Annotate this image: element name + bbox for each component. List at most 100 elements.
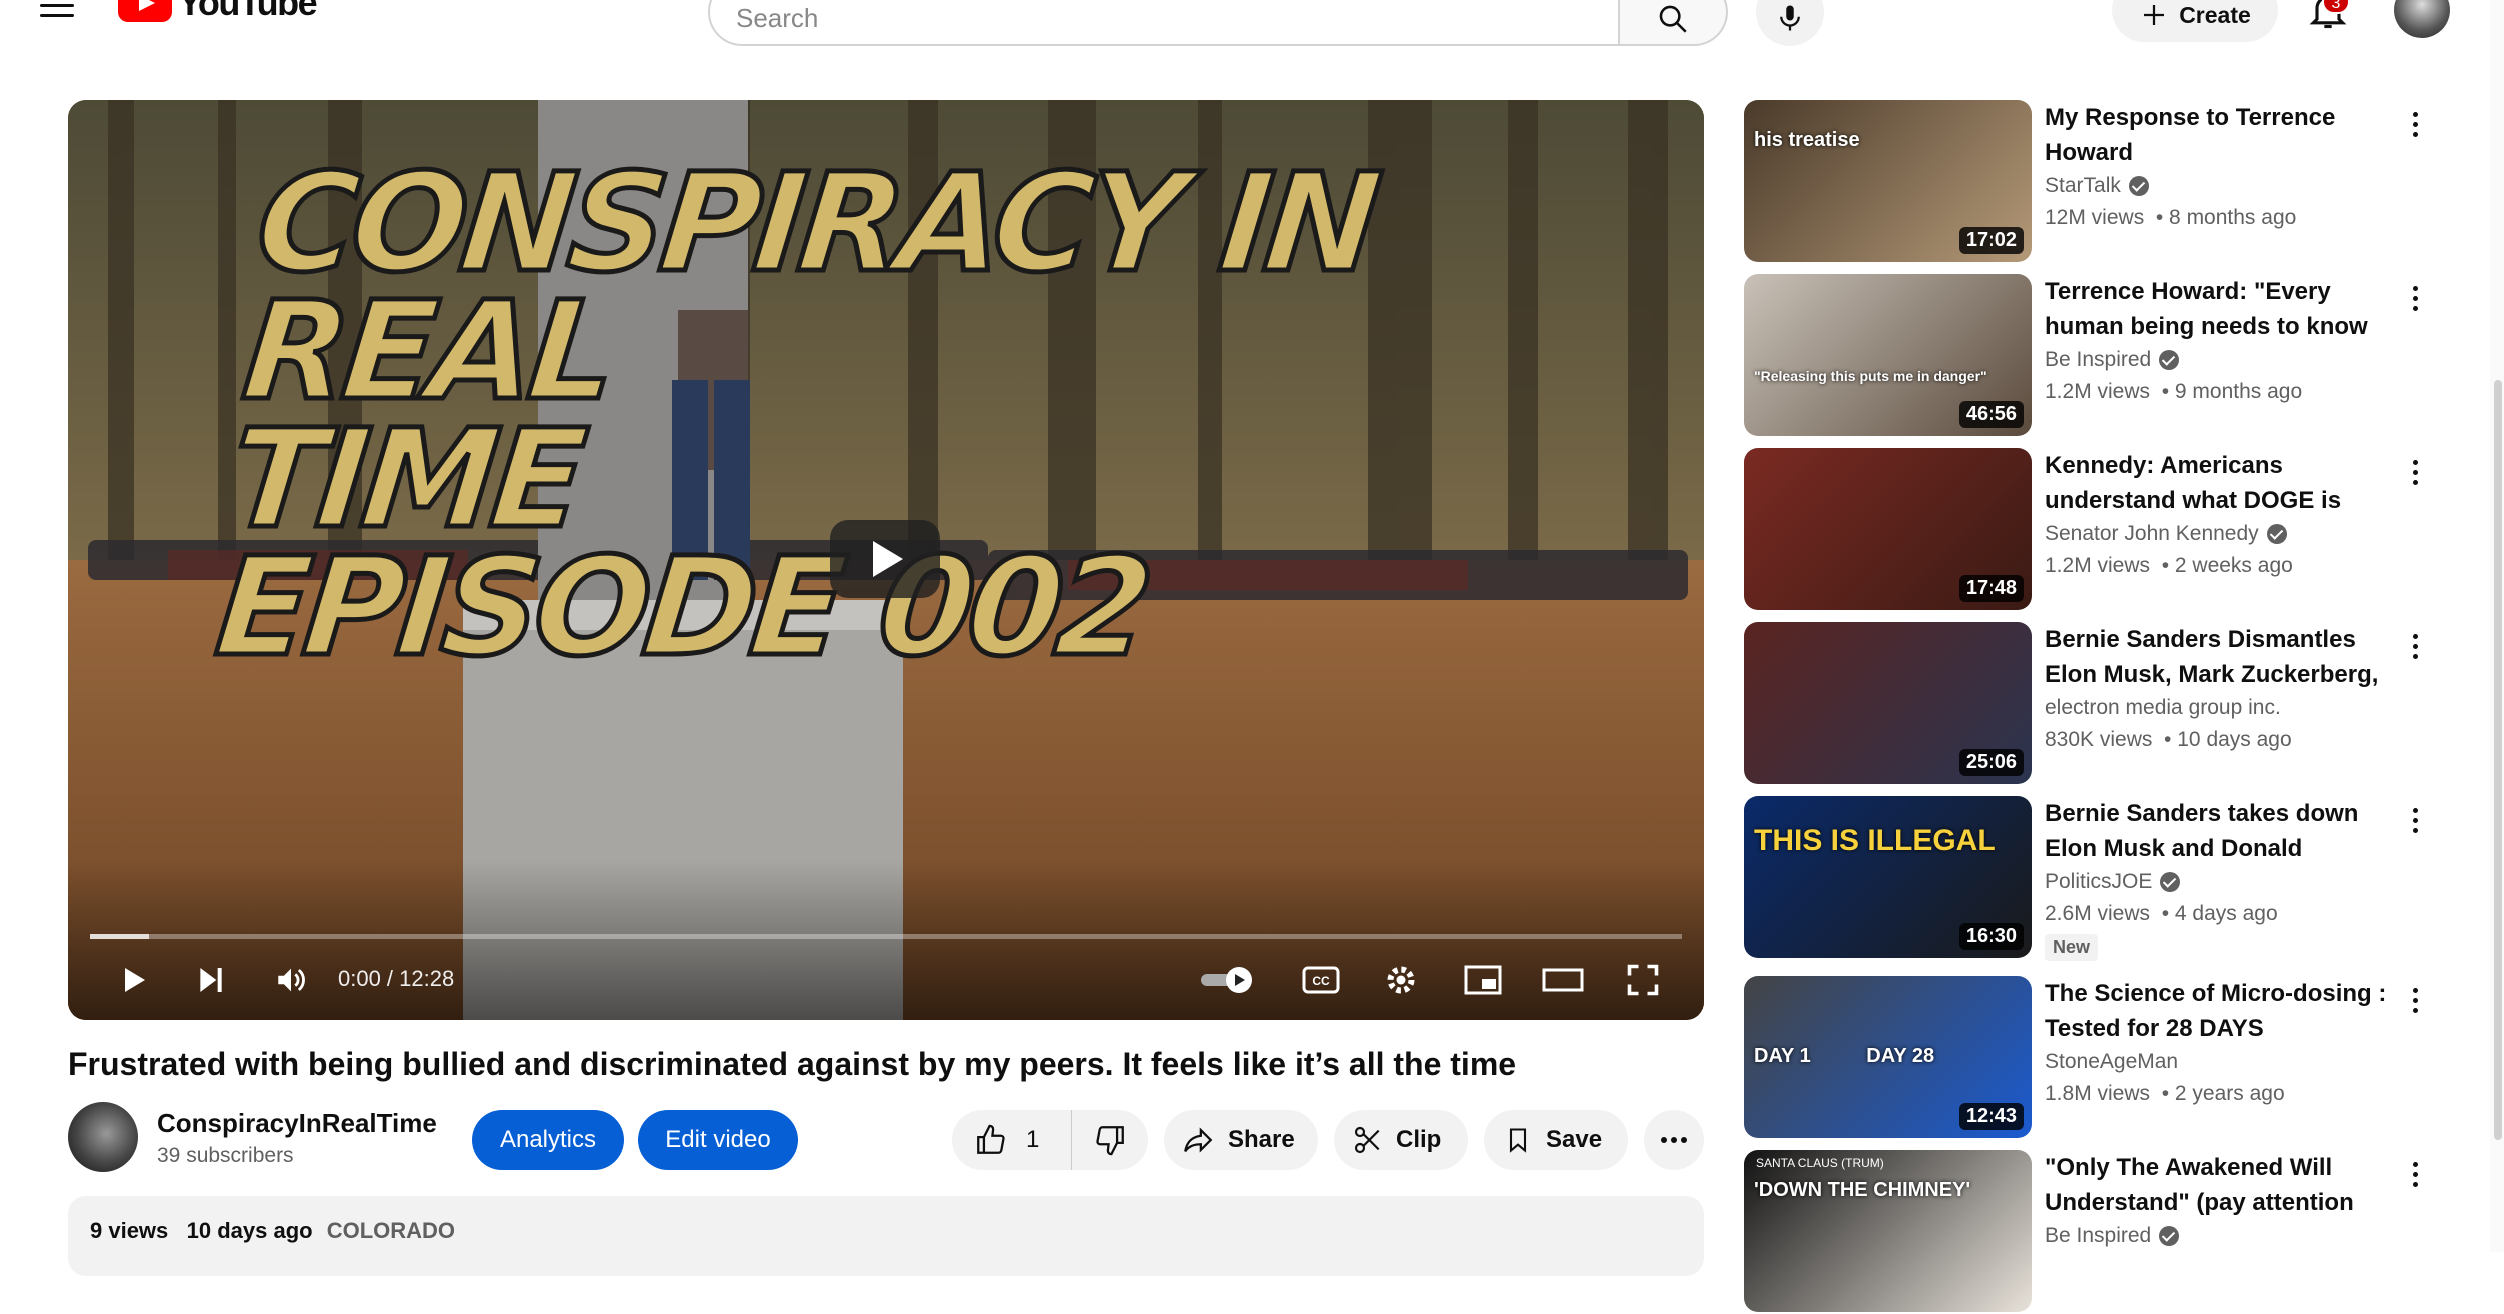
recommended-video-meta: 2.6M views • 4 days ago	[2045, 902, 2278, 925]
recommended-video[interactable]: 'DOWN THE CHIMNEY' SANTA CLAUS (TRUM) "Onl…	[1744, 1150, 2464, 1314]
recommended-channel-name: Senator John Kennedy	[2045, 522, 2259, 545]
view-count: 9 views	[90, 1218, 169, 1243]
share-button[interactable]: Share	[1164, 1110, 1318, 1170]
create-button[interactable]: Create	[2112, 0, 2278, 42]
video-thumbnail[interactable]: 'DOWN THE CHIMNEY' SANTA CLAUS (TRUM)	[1744, 1150, 2032, 1312]
thumbs-up-icon	[977, 1124, 1005, 1154]
video-duration: 12:43	[1958, 1103, 2024, 1130]
video-duration: 25:06	[1958, 749, 2024, 776]
thumbnail-line-3: EPISODE 002	[207, 527, 1156, 690]
play-button[interactable]	[108, 958, 158, 1002]
captions-button[interactable]: CC	[1296, 958, 1346, 1002]
channel-avatar[interactable]	[68, 1102, 138, 1172]
recommended-video-meta: 1.8M views • 2 years ago	[2045, 1082, 2285, 1105]
thumbnail-caption-small: SANTA CLAUS (TRUM)	[1756, 1156, 1884, 1170]
recommended-video-title[interactable]: Terrence Howard: "Every human being need…	[2045, 274, 2405, 344]
search-box	[708, 0, 1620, 46]
recommended-channel[interactable]: PoliticsJOE	[2045, 870, 2181, 894]
miniplayer-button[interactable]	[1458, 958, 1508, 1002]
recommended-video[interactable]: DAY 1 DAY 28 12:43 The Science of Micro-do…	[1744, 976, 2464, 1140]
recommended-channel-name: PoliticsJOE	[2045, 870, 2153, 893]
next-button[interactable]	[186, 958, 236, 1002]
save-button[interactable]: Save	[1484, 1110, 1628, 1170]
new-badge: New	[2045, 934, 2099, 961]
description-box[interactable]: 9 views 10 days ago COLORADO	[68, 1196, 1704, 1276]
video-thumbnail[interactable]: "Releasing this puts me in danger" 46:56	[1744, 274, 2032, 436]
closed-captions-icon: CC	[1302, 966, 1340, 994]
video-thumbnail[interactable]: 25:06	[1744, 622, 2032, 784]
recommended-channel[interactable]: StoneAgeMan	[2045, 1050, 2178, 1074]
video-thumbnail[interactable]: his treatise 17:02	[1744, 100, 2032, 262]
recommended-video-title[interactable]: The Science of Micro-dosing : Tested for…	[2045, 976, 2405, 1046]
account-avatar[interactable]	[2394, 0, 2450, 38]
menu-icon[interactable]	[40, 0, 74, 22]
recommended-channel-name: Be Inspired	[2045, 1224, 2152, 1247]
thumbnail-caption: his treatise	[1754, 129, 1860, 151]
progress-bar[interactable]	[90, 934, 1682, 939]
recommended-channel[interactable]: StarTalk	[2045, 174, 2149, 198]
analytics-button[interactable]: Analytics	[472, 1110, 624, 1170]
scissors-icon	[1354, 1126, 1380, 1154]
more-actions-button[interactable]	[1644, 1110, 1704, 1170]
video-thumbnail[interactable]: DAY 1 DAY 28 12:43	[1744, 976, 2032, 1138]
more-vertical-icon[interactable]	[2400, 452, 2430, 492]
recommended-video-title[interactable]: Bernie Sanders takes down Elon Musk and …	[2045, 796, 2405, 866]
large-play-button[interactable]	[830, 520, 940, 598]
bookmark-icon	[1509, 1128, 1527, 1153]
voice-search-button[interactable]	[1756, 0, 1824, 46]
recommended-video[interactable]: 25:06 Bernie Sanders Dismantles Elon Musk…	[1744, 622, 2464, 786]
dislike-button[interactable]	[1072, 1110, 1148, 1170]
recommended-video-title[interactable]: My Response to Terrence Howard	[2045, 100, 2405, 170]
volume-button[interactable]	[266, 958, 316, 1002]
like-button[interactable]: 1	[952, 1110, 1072, 1170]
video-duration: 17:02	[1958, 227, 2024, 254]
more-vertical-icon[interactable]	[2400, 104, 2430, 144]
verified-check-icon	[2159, 350, 2180, 370]
recommended-channel[interactable]: electron media group inc.	[2045, 696, 2281, 720]
settings-button[interactable]	[1376, 958, 1426, 1002]
recommended-channel-name: StarTalk	[2045, 174, 2121, 197]
more-vertical-icon[interactable]	[2400, 278, 2430, 318]
recommended-channel[interactable]: Be Inspired	[2045, 348, 2180, 372]
scrollbar-thumb[interactable]	[2494, 380, 2502, 1140]
recommended-video-meta: 830K views • 10 days ago	[2045, 728, 2292, 751]
fullscreen-icon	[1627, 964, 1659, 996]
clip-button[interactable]: Clip	[1334, 1110, 1468, 1170]
progress-buffer	[90, 934, 149, 939]
thumbnail-title-text: CONSPIRACY IN REAL TIME EPISODE 002	[207, 143, 1704, 690]
more-horizontal-icon	[1661, 1137, 1687, 1143]
video-title: Frustrated with being bullied and discri…	[68, 1046, 1517, 1082]
youtube-logo[interactable]: YouTube	[118, 0, 318, 24]
recommended-video[interactable]: his treatise 17:02 My Response to Terrence…	[1744, 100, 2464, 264]
subscriber-count: 39 subscribers	[157, 1144, 294, 1167]
recommended-video-title[interactable]: "Only The Awakened Will Understand" (pay…	[2045, 1150, 2405, 1220]
recommended-channel[interactable]: Senator John Kennedy	[2045, 522, 2287, 546]
location-tag[interactable]: COLORADO	[327, 1218, 455, 1243]
recommended-video-title[interactable]: Bernie Sanders Dismantles Elon Musk, Mar…	[2045, 622, 2405, 692]
recommended-video-title[interactable]: Kennedy: Americans understand what DOGE …	[2045, 448, 2405, 518]
recommended-channel[interactable]: Be Inspired	[2045, 1224, 2180, 1248]
search-input[interactable]	[736, 0, 1592, 34]
skip-next-icon	[200, 968, 222, 992]
video-player[interactable]: CONSPIRACY IN REAL TIME EPISODE 002 0:00…	[68, 100, 1704, 1020]
fullscreen-button[interactable]	[1618, 958, 1668, 1002]
play-icon	[125, 968, 145, 992]
autoplay-toggle[interactable]	[1198, 958, 1258, 1002]
share-icon	[1184, 1127, 1213, 1153]
more-vertical-icon[interactable]	[2400, 800, 2430, 840]
recommended-video[interactable]: "Releasing this puts me in danger" 46:56 T…	[1744, 274, 2464, 438]
video-thumbnail[interactable]: 17:48	[1744, 448, 2032, 610]
more-vertical-icon[interactable]	[2400, 626, 2430, 666]
edit-video-button[interactable]: Edit video	[638, 1110, 798, 1170]
theater-mode-button[interactable]	[1538, 958, 1588, 1002]
more-vertical-icon[interactable]	[2400, 980, 2430, 1020]
search-button[interactable]	[1620, 0, 1728, 46]
recommended-video[interactable]: THIS IS ILLEGAL 16:30 Bernie Sanders takes…	[1744, 796, 2464, 961]
theater-mode-icon	[1542, 968, 1584, 992]
video-thumbnail[interactable]: THIS IS ILLEGAL 16:30	[1744, 796, 2032, 958]
time-display: 0:00 / 12:28	[338, 966, 455, 991]
recommended-video-meta: 12M views • 8 months ago	[2045, 206, 2297, 229]
channel-name[interactable]: ConspiracyInRealTime	[157, 1108, 437, 1139]
recommended-video[interactable]: 17:48 Kennedy: Americans understand what …	[1744, 448, 2464, 612]
more-vertical-icon[interactable]	[2400, 1154, 2430, 1194]
